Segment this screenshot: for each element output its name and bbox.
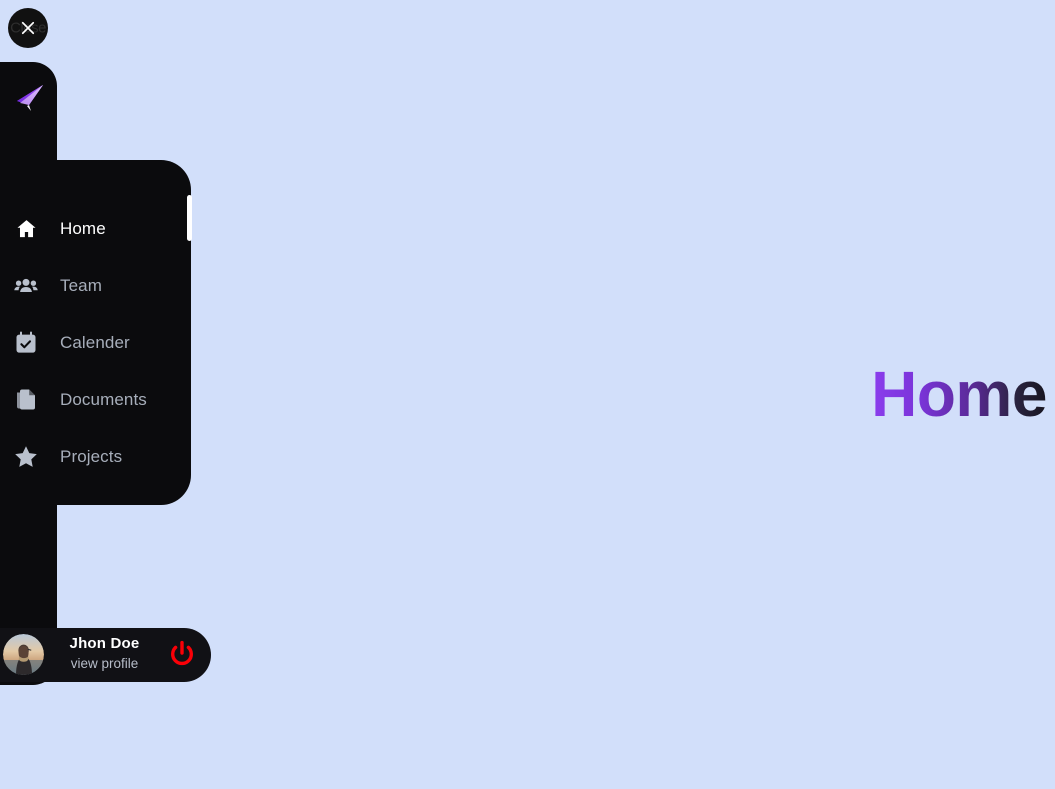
star-icon: [12, 445, 40, 469]
logout-button[interactable]: [166, 638, 198, 670]
sidebar-scrollbar-thumb[interactable]: [187, 195, 192, 241]
sidebar-item-calender[interactable]: Calender: [0, 314, 191, 371]
sidebar-item-label: Documents: [60, 389, 147, 409]
sidebar-item-label: Calender: [60, 332, 130, 352]
sidebar-item-projects[interactable]: Projects: [0, 428, 191, 485]
home-icon: [12, 217, 40, 241]
sidebar-menu-panel: Home Team Calender Documents Projects: [0, 160, 191, 505]
sidebar-item-label: Projects: [60, 446, 123, 466]
user-avatar-photo[interactable]: [3, 634, 44, 675]
sidebar-item-label: Home: [60, 218, 106, 238]
main-content: Home: [191, 0, 1055, 789]
paper-plane-logo-icon[interactable]: [10, 78, 50, 118]
page-title: Home: [871, 357, 1047, 430]
close-x-icon: [21, 21, 35, 35]
calendar-icon: [12, 331, 40, 355]
sidebar-item-label: Team: [60, 275, 102, 295]
sidebar-item-team[interactable]: Team: [0, 257, 191, 314]
sidebar-item-home[interactable]: Home: [0, 200, 191, 257]
documents-icon: [12, 388, 40, 412]
close-button[interactable]: Close: [8, 8, 48, 48]
sidebar-item-documents[interactable]: Documents: [0, 371, 191, 428]
team-icon: [12, 274, 40, 298]
